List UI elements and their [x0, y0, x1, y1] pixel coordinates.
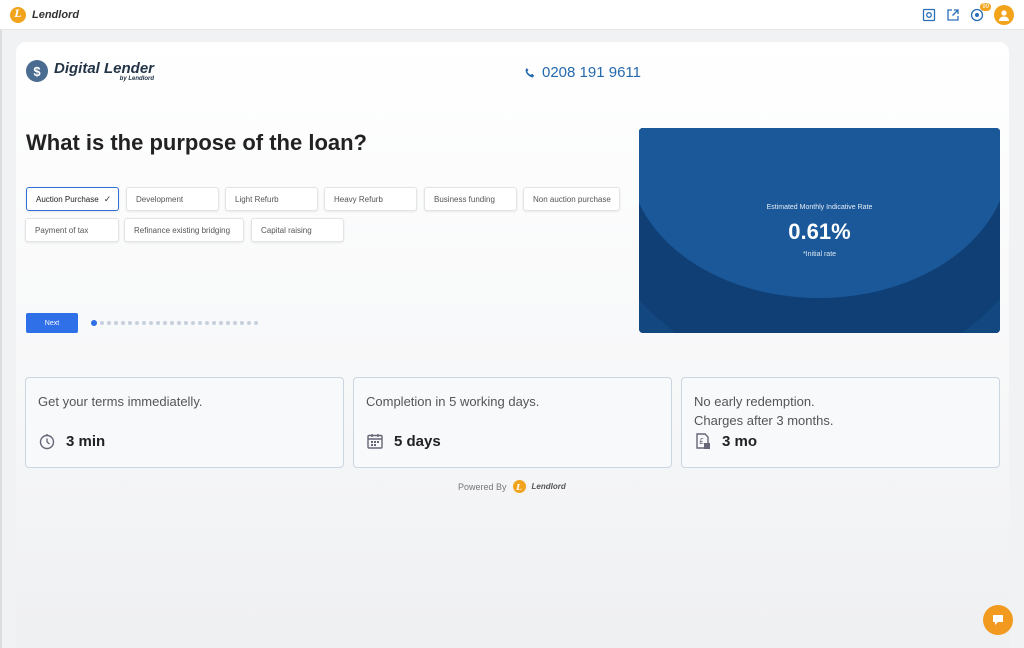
- progress-dots: [91, 320, 258, 326]
- progress-dot: [114, 321, 118, 325]
- progress-dot: [254, 321, 258, 325]
- option-label: Heavy Refurb: [334, 194, 383, 204]
- option-label: Development: [136, 194, 184, 204]
- progress-dot: [156, 321, 160, 325]
- question-title: What is the purpose of the loan?: [26, 130, 367, 155]
- progress-dot: [128, 321, 132, 325]
- rate-panel: Estimated Monthly Indicative Rate 0.61% …: [639, 128, 1000, 333]
- feature-value-row: 5 days: [366, 432, 441, 450]
- screen-capture-icon[interactable]: [922, 8, 936, 22]
- feature-title: Completion in 5 working days.: [366, 394, 540, 409]
- logo-subtitle: by Lendlord: [119, 75, 155, 82]
- feature-value: 5 days: [394, 432, 441, 450]
- option-development[interactable]: Development: [126, 187, 219, 211]
- option-label: Business funding: [434, 194, 495, 204]
- progress-dot-active: [91, 320, 97, 326]
- progress-dot: [121, 321, 125, 325]
- progress-dot: [184, 321, 188, 325]
- rate-content: Estimated Monthly Indicative Rate 0.61% …: [639, 204, 1000, 258]
- feature-card-redemption: No early redemption. Charges after 3 mon…: [681, 377, 1000, 468]
- option-payment-of-tax[interactable]: Payment of tax: [25, 218, 119, 242]
- option-auction-purchase[interactable]: Auction Purchase ✓: [26, 187, 119, 211]
- left-border: [0, 30, 2, 648]
- brand-name: Lendlord: [32, 8, 80, 21]
- notification-badge: 99: [980, 2, 991, 11]
- feature-value-row: £ 3 mo: [694, 432, 757, 450]
- option-label: Auction Purchase: [36, 194, 99, 204]
- main-card: $ Digital Lender by Lendlord 0208 191 96…: [16, 42, 1009, 648]
- option-capital-raising[interactable]: Capital raising: [251, 218, 344, 242]
- progress-dot: [142, 321, 146, 325]
- feature-title-line2: Charges after 3 months.: [694, 413, 834, 428]
- rate-value: 0.61%: [788, 219, 851, 244]
- option-label: Refinance existing bridging: [134, 225, 231, 235]
- feature-card-completion: Completion in 5 working days. 5 days: [353, 377, 672, 468]
- progress-dot: [205, 321, 209, 325]
- progress-dot: [247, 321, 251, 325]
- user-avatar[interactable]: [994, 4, 1014, 25]
- external-link-icon[interactable]: [946, 8, 960, 22]
- option-heavy-refurb[interactable]: Heavy Refurb: [324, 187, 417, 211]
- feature-title: Get your terms immediatelly.: [38, 394, 203, 409]
- notifications-icon[interactable]: 99: [970, 2, 991, 22]
- rate-note: *Initial rate: [802, 251, 837, 258]
- powered-by-text: Powered By: [458, 481, 507, 492]
- progress-dot: [233, 321, 237, 325]
- next-button[interactable]: Next: [26, 313, 78, 333]
- progress-dot: [163, 321, 167, 325]
- option-label: Light Refurb: [235, 194, 279, 204]
- option-label: Payment of tax: [35, 225, 89, 235]
- feature-card-terms: Get your terms immediatelly. 3 min: [25, 377, 344, 468]
- logo-text: Digital Lender by Lendlord: [54, 61, 154, 82]
- lendlord-logo-icon: L: [512, 480, 526, 493]
- progress-dot: [135, 321, 139, 325]
- rate-label: Estimated Monthly Indicative Rate: [766, 204, 873, 211]
- option-refinance-existing-bridging[interactable]: Refinance existing bridging: [124, 218, 244, 242]
- option-light-refurb[interactable]: Light Refurb: [225, 187, 318, 211]
- progress-dot: [177, 321, 181, 325]
- dollar-logo-icon: $: [26, 60, 48, 82]
- progress-dot: [170, 321, 174, 325]
- phone-icon: [525, 67, 535, 77]
- digital-lender-logo: $ Digital Lender by Lendlord: [26, 60, 154, 82]
- chat-button[interactable]: [983, 605, 1013, 635]
- option-non-auction-purchase[interactable]: Non auction purchase: [523, 187, 620, 211]
- lendlord-logo-icon: L: [10, 6, 26, 23]
- feature-value: 3 min: [66, 432, 106, 450]
- top-icons: 99: [922, 2, 1014, 25]
- progress-dot: [198, 321, 202, 325]
- svg-text:£: £: [699, 437, 704, 446]
- powered-by: Powered By L Lendlord: [458, 480, 566, 493]
- feature-title-line1: No early redemption.: [694, 394, 815, 409]
- phone-number: 0208 191 9611: [542, 64, 641, 81]
- progress-dot: [219, 321, 223, 325]
- logo-title: Digital Lender: [54, 59, 155, 77]
- feature-title: No early redemption. Charges after 3 mon…: [694, 392, 833, 430]
- progress-dot: [212, 321, 216, 325]
- chat-icon: [993, 615, 1003, 625]
- footer-brand: Lendlord: [531, 482, 566, 491]
- progress-dot: [149, 321, 153, 325]
- option-label: Capital raising: [261, 225, 312, 235]
- pound-document-icon: £: [696, 433, 710, 449]
- progress-dot: [240, 321, 244, 325]
- option-label: Non auction purchase: [533, 194, 611, 204]
- feature-value: 3 mo: [722, 432, 758, 450]
- timer-icon: [39, 434, 55, 450]
- brand[interactable]: L Lendlord: [10, 6, 80, 23]
- progress-dot: [100, 321, 104, 325]
- progress-dot: [107, 321, 111, 325]
- progress-dot: [226, 321, 230, 325]
- option-business-funding[interactable]: Business funding: [424, 187, 517, 211]
- checkmark-icon: ✓: [103, 193, 112, 204]
- feature-value-row: 3 min: [38, 432, 105, 450]
- top-bar: L Lendlord 99: [0, 0, 1024, 30]
- calendar-icon: [367, 434, 383, 449]
- phone-contact[interactable]: 0208 191 9611: [524, 64, 641, 81]
- progress-dot: [191, 321, 195, 325]
